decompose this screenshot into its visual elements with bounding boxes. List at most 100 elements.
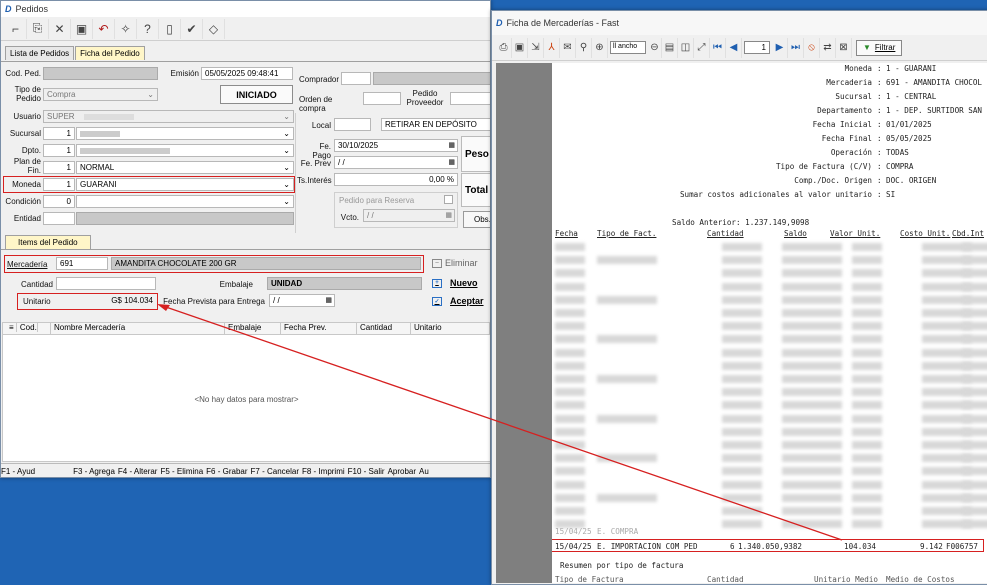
export-red-icon[interactable]: ⇄ [820, 37, 836, 58]
unitario-field[interactable]: G$ 104.034 [56, 295, 156, 308]
usuario-select[interactable]: SUPER ⌄ [43, 110, 294, 123]
export-icon[interactable]: ⇲ [528, 37, 544, 58]
eliminar-button[interactable]: – Eliminar [432, 258, 478, 268]
fit-icon[interactable]: ⤢ [694, 37, 710, 58]
email-icon[interactable]: ✉ [560, 37, 576, 58]
grid-col-unitario[interactable]: Unitario [411, 323, 490, 334]
orden-compra-field[interactable] [363, 92, 401, 105]
add-icon: + [432, 278, 442, 288]
aceptar-button[interactable]: ✓ Aceptar [432, 296, 484, 306]
grid-col-nombre[interactable]: Nombre Mercadería [51, 323, 225, 334]
calendar-icon[interactable]: ▦ [448, 158, 455, 166]
tools-icon[interactable]: ✧ [115, 18, 137, 39]
page-view-icon[interactable]: ▤ [662, 37, 678, 58]
local-name[interactable]: RETIRAR EN DEPÓSITO [381, 118, 490, 131]
pedido-reserva-checkbox[interactable] [444, 195, 453, 204]
status-f6[interactable]: F6 - Grabar [206, 467, 247, 476]
eraser-icon[interactable]: ◇ [203, 18, 225, 39]
comprador-code[interactable] [341, 72, 371, 85]
pdf-icon[interactable]: ⅄ [544, 37, 560, 58]
zoom-in-icon[interactable]: ⊕ [592, 37, 608, 58]
next-page-icon[interactable]: ▶ [772, 37, 788, 58]
local-code[interactable] [334, 118, 371, 131]
dpto-name[interactable]: ⌄ [76, 144, 294, 157]
grid-col-cantidad[interactable]: Cantidad [357, 323, 411, 334]
redacted-cell [722, 480, 762, 489]
prev-page-icon[interactable]: ◀ [726, 37, 742, 58]
undo-icon[interactable]: ↶ [93, 18, 115, 39]
status-f7[interactable]: F7 - Cancelar [251, 467, 299, 476]
fecha-prevista-field[interactable]: / / ▦ [269, 294, 335, 307]
nuevo-button[interactable]: + Nuevo [432, 278, 478, 288]
grid-col-embalaje[interactable]: Embalaje [225, 323, 281, 334]
find-icon[interactable]: ⚲ [576, 37, 592, 58]
obs-button[interactable]: Obs. [463, 211, 490, 228]
plan-fin-code[interactable]: 1 [43, 161, 75, 174]
calendar-icon[interactable]: ▦ [325, 296, 332, 304]
calendar-icon[interactable]: ▦ [445, 211, 452, 219]
new-icon[interactable]: ⌐ [5, 18, 27, 39]
plan-fin-name[interactable]: NORMAL ⌄ [76, 161, 294, 174]
estado-button[interactable]: INICIADO [220, 85, 293, 104]
copy-icon[interactable]: ⎘ [27, 18, 49, 39]
cantidad-field[interactable] [56, 277, 156, 290]
tab-ficha-pedido[interactable]: Ficha del Pedido [75, 46, 145, 60]
close-report-icon[interactable]: ⊠ [836, 37, 852, 58]
col-valor-unit: Valor Unit. [830, 229, 881, 238]
vcto-field[interactable]: / / ▦ [363, 209, 455, 222]
help-icon[interactable]: ? [137, 18, 159, 39]
tab-lista-pedidos[interactable]: Lista de Pedidos [5, 46, 75, 60]
chevron-down-icon: ⌄ [283, 129, 290, 138]
grid-col-fecha-prev[interactable]: Fecha Prev. [281, 323, 357, 334]
zoom-select[interactable]: ll ancho [610, 41, 646, 54]
tab-items-pedido[interactable]: Items del Pedido [5, 235, 91, 249]
report-header-key: Mercaderia [826, 78, 872, 87]
grid-col-cod[interactable]: ≡ Cod. [3, 323, 51, 334]
moneda-name[interactable]: GUARANI ⌄ [76, 178, 294, 191]
zoom-out-icon[interactable]: ⊖ [648, 37, 662, 58]
moneda-code[interactable]: 1 [43, 178, 75, 191]
tasa-interes-field[interactable]: 0,00 % [334, 173, 458, 186]
status-au[interactable]: Au [419, 467, 429, 476]
emision-field[interactable]: 05/05/2025 09:48:41 [201, 67, 293, 80]
fast-titlebar: D Ficha de Mercaderías - Fast [492, 11, 987, 35]
dpto-code[interactable]: 1 [43, 144, 75, 157]
check-icon[interactable]: ✔ [181, 18, 203, 39]
tipo-pedido-select[interactable]: Compra ⌄ [43, 88, 158, 101]
two-pages-icon[interactable]: ◫ [678, 37, 694, 58]
filter-button[interactable]: ▼ Filtrar [856, 39, 903, 56]
page-number-input[interactable]: 1 [744, 41, 770, 54]
sucursal-code[interactable]: 1 [43, 127, 75, 140]
save-icon[interactable]: ▣ [512, 37, 528, 58]
entidad-code[interactable] [43, 212, 75, 225]
save-icon[interactable]: ▣ [71, 18, 93, 39]
report-header-key: Comp./Doc. Origen [794, 176, 872, 185]
mercaderia-code[interactable]: 691 [56, 257, 108, 270]
condicion-label: Condición [5, 197, 41, 206]
status-f1[interactable]: F1 - Ayud [1, 467, 35, 476]
redacted-cell [782, 295, 842, 304]
fe-pago-field[interactable]: 30/10/2025 ▦ [334, 139, 458, 152]
redacted-cell [722, 295, 762, 304]
document-icon[interactable]: ▯ [159, 18, 181, 39]
status-f5[interactable]: F5 - Elimina [160, 467, 203, 476]
status-f4[interactable]: F4 - Alterar [118, 467, 158, 476]
status-f10[interactable]: F10 - Salir [348, 467, 385, 476]
comprador-name [373, 72, 490, 85]
vcto-label: Vcto. [340, 213, 359, 222]
condicion-code[interactable]: 0 [43, 195, 75, 208]
last-page-icon[interactable]: ⏭ [788, 37, 804, 58]
sucursal-name[interactable]: ⌄ [76, 127, 294, 140]
fe-prev-field[interactable]: / / ▦ [334, 156, 458, 169]
print-icon[interactable]: ⎙ [496, 37, 512, 58]
condicion-name[interactable]: ⌄ [76, 195, 294, 208]
pedidos-toolbar: ⌐ ⎘ ✕ ▣ ↶ ✧ ? ▯ ✔ ◇ [1, 17, 490, 41]
first-page-icon[interactable]: ⏮ [710, 37, 726, 58]
pedido-proveedor-field[interactable] [450, 92, 490, 105]
calendar-icon[interactable]: ▦ [448, 141, 455, 149]
stop-icon[interactable]: ⦸ [804, 37, 820, 58]
status-aprobar[interactable]: Aprobar [388, 467, 416, 476]
delete-icon[interactable]: ✕ [49, 18, 71, 39]
status-f3[interactable]: F3 - Agrega [73, 467, 115, 476]
status-f8[interactable]: F8 - Imprimi [302, 467, 345, 476]
